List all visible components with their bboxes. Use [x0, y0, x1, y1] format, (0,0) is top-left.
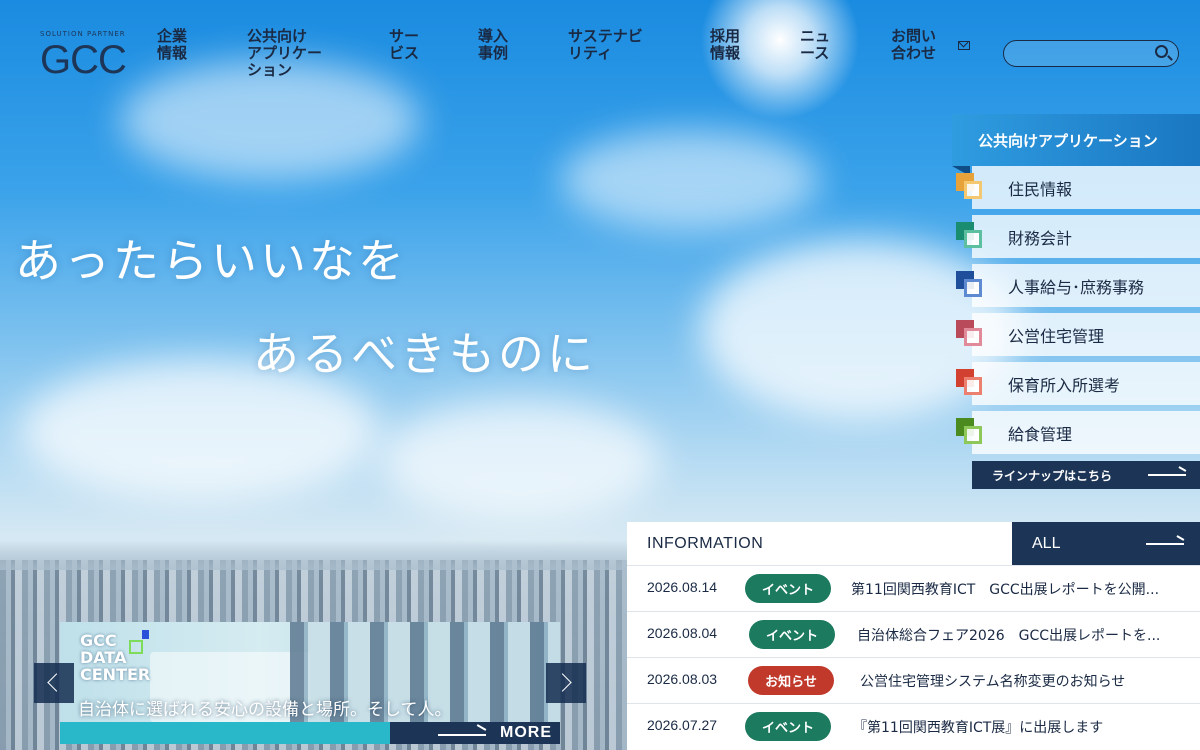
nav-sustainability[interactable]: サステナビ リティ: [568, 28, 643, 62]
app-square-icon: [956, 173, 984, 201]
more-link[interactable]: MORE: [500, 724, 552, 742]
app-square-icon: [956, 222, 984, 250]
carousel-next-button[interactable]: [546, 663, 586, 703]
app-square-front: [964, 426, 982, 444]
app-square-front: [964, 181, 982, 199]
app-square-front: [964, 377, 982, 395]
nav-recruit[interactable]: 採用 情報: [710, 28, 740, 62]
nav-public-applications[interactable]: 公共向け アプリケー ション: [247, 28, 322, 79]
app-item-label: 給食管理: [1008, 424, 1073, 444]
news-category-badge: イベント: [749, 620, 835, 649]
app-item-label: 人事給与･庶務事務: [1008, 277, 1145, 297]
arrow-right-icon: [1148, 474, 1186, 476]
news-row[interactable]: 2026.08.04 イベント 自治体総合フェア2026 GCC出展レポートを...: [627, 611, 1200, 657]
nav-services[interactable]: サー ビス: [389, 28, 419, 62]
mail-icon: [958, 41, 970, 50]
all-label: ALL: [1032, 534, 1061, 552]
news-title: 第11回関西教育ICT GCC出展レポートを公開...: [851, 582, 1160, 598]
app-item[interactable]: 人事給与･庶務事務: [956, 264, 1200, 307]
information-heading: INFORMATION: [647, 534, 764, 552]
public-app-panel: 公共向けアプリケーション: [952, 114, 1200, 176]
banner-deco-square: [142, 630, 149, 639]
app-item[interactable]: 財務会計: [956, 215, 1200, 258]
app-square-front: [964, 230, 982, 248]
banner-progress-bar: MORE: [60, 722, 560, 744]
app-square-icon: [956, 271, 984, 299]
app-item[interactable]: 公営住宅管理: [956, 313, 1200, 356]
hero-line-1: あったらいいなを: [15, 234, 407, 288]
cloud: [560, 130, 820, 230]
app-item-label: 財務会計: [1008, 228, 1073, 248]
app-square-icon: [956, 320, 984, 348]
information-panel: INFORMATION ALL 2026.08.14 イベント 第11回関西教育IC…: [627, 522, 1200, 750]
app-square-front: [964, 279, 982, 297]
news-category-badge: イベント: [745, 712, 831, 741]
app-square-icon: [956, 369, 984, 397]
app-square-front: [964, 328, 982, 346]
carousel-prev-button[interactable]: [34, 663, 74, 703]
lineup-label: ラインナップはこちら: [992, 468, 1113, 483]
search-input[interactable]: [1014, 44, 1144, 62]
hero-line-2: あるべきものに: [253, 327, 596, 381]
search-box[interactable]: [1003, 40, 1179, 67]
news-title: 自治体総合フェア2026 GCC出展レポートを...: [857, 628, 1161, 644]
news-date: 2026.08.03: [647, 671, 718, 687]
news-date: 2026.07.27: [647, 717, 718, 733]
logo[interactable]: SOLUTION PARTNER GCC: [40, 30, 140, 82]
logo-wordmark: GCC: [40, 38, 127, 82]
arrow-right-icon: [438, 734, 486, 736]
news-category-badge: お知らせ: [748, 666, 834, 695]
news-row[interactable]: 2026.08.03 お知らせ 公営住宅管理システム名称変更のお知らせ: [627, 657, 1200, 703]
app-item-label: 公営住宅管理: [1008, 326, 1105, 346]
search-icon[interactable]: [1155, 45, 1168, 58]
cloud: [380, 400, 660, 520]
banner-progress-fill: [60, 722, 390, 744]
nav-contact[interactable]: お問い 合わせ: [891, 28, 936, 62]
app-item[interactable]: 給食管理: [956, 411, 1200, 454]
news-row[interactable]: 2026.07.27 イベント 『第11回関西教育ICT展』に出展します: [627, 703, 1200, 749]
nav-case-studies[interactable]: 導入 事例: [478, 28, 508, 62]
banner-caption: 自治体に選ばれる安心の設備と場所。そして人。: [78, 700, 452, 720]
public-app-heading[interactable]: 公共向けアプリケーション: [952, 114, 1200, 166]
chevron-left-icon: [47, 673, 66, 692]
news-date: 2026.08.14: [647, 579, 718, 595]
app-item[interactable]: 保育所入所選考: [956, 362, 1200, 405]
chevron-right-icon: [553, 673, 572, 692]
app-item-label: 住民情報: [1008, 179, 1073, 199]
app-item-label: 保育所入所選考: [1008, 375, 1121, 395]
news-category-badge: イベント: [745, 574, 831, 603]
lineup-link[interactable]: ラインナップはこちら: [972, 461, 1200, 489]
news-date: 2026.08.04: [647, 625, 718, 641]
nav-news[interactable]: ニュ ース: [800, 28, 830, 62]
arrow-right-icon: [1146, 543, 1184, 545]
app-item[interactable]: 住民情報: [956, 166, 1200, 209]
logo-tagline: SOLUTION PARTNER: [40, 30, 126, 38]
news-title: 『第11回関西教育ICT展』に出展します: [853, 720, 1104, 736]
nav-company-info[interactable]: 企業 情報: [157, 28, 187, 62]
datacenter-banner[interactable]: GCC DATA CENTER 自治体に選ばれる安心の設備と場所。そして人。 M…: [60, 622, 560, 744]
information-all-link[interactable]: ALL: [1012, 522, 1200, 565]
news-row[interactable]: 2026.08.14 イベント 第11回関西教育ICT GCC出展レポートを公開..…: [627, 565, 1200, 611]
news-title: 公営住宅管理システム名称変更のお知らせ: [860, 674, 1126, 690]
app-square-icon: [956, 418, 984, 446]
banner-deco-square: [129, 640, 143, 654]
